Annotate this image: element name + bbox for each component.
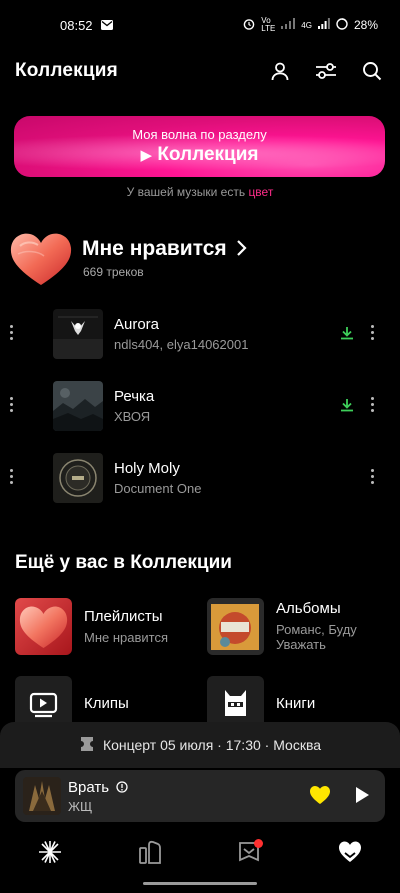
header-actions <box>267 58 385 84</box>
profile-icon[interactable] <box>267 58 293 84</box>
wave-title: ▶ Коллекция <box>14 144 385 166</box>
signal-icon <box>281 18 296 32</box>
liked-count: 669 треков <box>83 265 144 279</box>
more-icon[interactable] <box>370 397 376 415</box>
battery-level: 28% <box>353 18 378 32</box>
alarm-icon <box>243 18 255 33</box>
track-title: Речка <box>114 388 155 405</box>
network-label: Vo LTE <box>261 16 276 33</box>
nav-my-wave-icon[interactable] <box>36 838 64 866</box>
mini-player[interactable]: Врать ЖЩ <box>15 770 385 822</box>
track-row[interactable]: Речка ХВОЯ <box>0 381 400 431</box>
ticket-icon <box>79 736 95 755</box>
albums-sub: Романс, Буду Уважать <box>276 622 357 652</box>
downloaded-icon <box>340 326 354 345</box>
color-hint: У вашей музыки есть цвет <box>0 185 400 199</box>
drag-handle-icon[interactable] <box>9 397 15 415</box>
page-title: Коллекция <box>15 60 118 81</box>
track-artist: Document One <box>114 481 202 496</box>
message-icon <box>100 18 113 33</box>
playlists-tile[interactable]: Плейлисты Мне нравится <box>15 598 200 658</box>
track-cover <box>53 453 103 503</box>
downloaded-icon <box>340 398 354 417</box>
liked-heart-icon <box>8 230 74 288</box>
status-right: Vo LTE 4G 28% <box>243 17 378 33</box>
track-row[interactable]: Holy Moly Document One <box>0 453 400 503</box>
liked-section-header[interactable]: Мне нравится 669 треков <box>8 230 388 290</box>
clips-label: Клипы <box>84 695 129 712</box>
track-cover <box>53 381 103 431</box>
albums-label: Альбомы <box>276 600 341 617</box>
wave-title-text: Коллекция <box>157 144 259 165</box>
color-hint-link[interactable]: цвет <box>248 185 273 199</box>
track-title: Holy Moly <box>114 460 180 477</box>
books-label: Книги <box>276 695 316 712</box>
search-icon[interactable] <box>359 58 385 84</box>
drag-handle-icon[interactable] <box>9 469 15 487</box>
albums-tile[interactable]: Альбомы Романс, Буду Уважать <box>207 598 387 658</box>
nav-feed-icon[interactable] <box>136 838 164 866</box>
more-in-collection-title: Ещё у вас в Коллекции <box>15 552 232 573</box>
liked-title: Мне нравится <box>82 237 227 260</box>
more-icon[interactable] <box>370 469 376 487</box>
concert-text: Концерт 05 июля · 17:30 · Москва <box>102 737 322 753</box>
filters-icon[interactable] <box>313 58 339 84</box>
home-indicator[interactable] <box>143 882 257 885</box>
player-title: Врать <box>68 779 128 797</box>
nav-podcasts-icon[interactable] <box>236 838 264 866</box>
player-title-text: Врать <box>68 779 110 796</box>
more-icon[interactable] <box>370 325 376 343</box>
track-title: Aurora <box>114 316 160 333</box>
track-artist: ndls404, elya14062001 <box>114 337 249 352</box>
status-bar: 08:52 Vo LTE 4G 28% <box>0 0 400 50</box>
play-icon[interactable] <box>354 786 370 809</box>
play-icon: ▶ <box>140 147 153 164</box>
signal-label: 4G <box>301 20 312 30</box>
color-hint-text: У вашей музыки есть <box>126 185 249 199</box>
nav-collection-icon[interactable] <box>336 838 364 866</box>
player-artist: ЖЩ <box>68 799 93 814</box>
chevron-right-icon <box>234 239 248 262</box>
info-icon[interactable] <box>116 780 128 797</box>
drag-handle-icon[interactable] <box>9 325 15 343</box>
signal-icon-2 <box>317 18 330 32</box>
page-header: Коллекция <box>0 56 400 86</box>
status-time: 08:52 <box>60 17 93 33</box>
battery-icon <box>336 17 348 33</box>
albums-thumb <box>207 598 264 655</box>
player-cover <box>23 777 61 815</box>
playlists-label: Плейлисты <box>84 608 163 625</box>
concert-banner[interactable]: Концерт 05 июля · 17:30 · Москва <box>0 722 400 768</box>
playlists-sub: Мне нравится <box>84 630 169 645</box>
bottom-nav <box>0 830 400 874</box>
track-artist: ХВОЯ <box>114 409 151 424</box>
my-wave-banner[interactable]: Моя волна по разделу ▶ Коллекция <box>14 116 385 177</box>
track-cover <box>53 309 103 359</box>
playlists-thumb <box>15 598 72 655</box>
like-heart-icon[interactable] <box>309 785 331 810</box>
wave-subtitle: Моя волна по разделу <box>132 127 267 142</box>
track-row[interactable]: Aurora ndls404, elya14062001 <box>0 309 400 359</box>
